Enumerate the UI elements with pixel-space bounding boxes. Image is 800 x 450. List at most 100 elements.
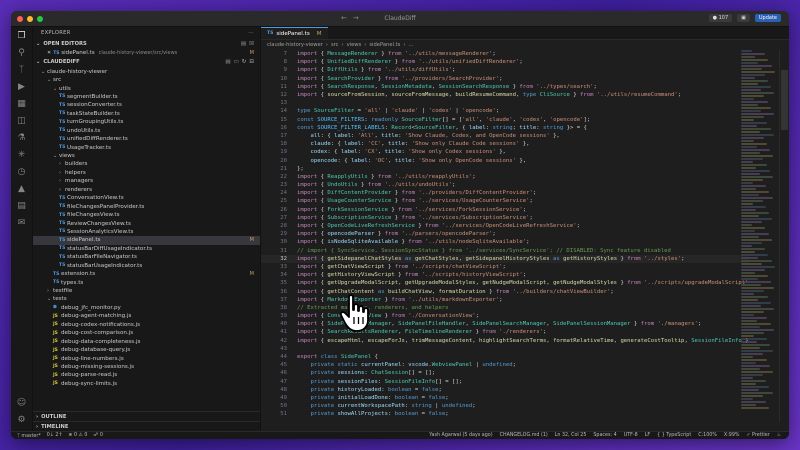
code-line[interactable]: 27 import { SubscriptionService } from '.…: [261, 214, 749, 222]
formatter-status[interactable]: ✓ Prettier: [746, 433, 769, 438]
code-line[interactable]: 30 import { isNodeSqliteAvailable } from …: [261, 238, 749, 246]
code-line[interactable]: 24 import { DiffContentProvider } from '.…: [261, 189, 749, 197]
save-all-icon[interactable]: ▤: [241, 41, 246, 47]
tree-item[interactable]: TS sessionConverter.ts: [33, 101, 260, 109]
minimap[interactable]: [741, 50, 777, 422]
tree-item[interactable]: ⌄ claude-history-viewer: [33, 67, 260, 75]
extensions-icon[interactable]: ▦: [16, 99, 28, 109]
layout-icon[interactable]: ▣: [737, 14, 750, 22]
tree-item[interactable]: TS statusBarUsageIndicator.ts: [33, 262, 260, 270]
code-line[interactable]: 31 // import { SyncService, SessionSyncSt…: [261, 247, 749, 255]
code-line[interactable]: 47 private sessionFiles: SessionFileInfo…: [261, 378, 749, 386]
tree-item[interactable]: JS debug-missing-sessions.js: [33, 363, 260, 371]
account-icon[interactable]: ☺: [16, 398, 28, 408]
tree-item[interactable]: › builders: [33, 160, 260, 168]
tab-sidepanel[interactable]: TS sidePanel.ts M: [261, 27, 328, 39]
code-line[interactable]: 51 private showAllProjects: boolean = fa…: [261, 410, 749, 418]
timeline-section[interactable]: › TIMELINE: [33, 421, 260, 431]
tree-item[interactable]: ⌄ views: [33, 152, 260, 160]
more-actions-icon[interactable]: ⋯: [248, 30, 254, 36]
ports-status[interactable]: ☍ 0: [93, 433, 102, 439]
code-line[interactable]: 25 import { UsageCounterService } from '.…: [261, 197, 749, 205]
tree-item[interactable]: ⌄ utils: [33, 84, 260, 92]
tree-item[interactable]: JS debug-cost-comparison.js: [33, 329, 260, 337]
sync-status[interactable]: 0↓ 2↑: [47, 433, 63, 439]
code-line[interactable]: 39 import { ConversationView } from './Co…: [261, 312, 749, 320]
tree-item[interactable]: TS UsageTracker.ts: [33, 143, 260, 151]
encoding-status[interactable]: UTF-8: [624, 433, 638, 438]
code-line[interactable]: 21};: [261, 165, 749, 173]
tree-item[interactable]: TS types.ts: [33, 278, 260, 286]
file-status[interactable]: CHANGELOG.md (1): [500, 433, 548, 438]
code-line[interactable]: 15 const SOURCE_FILTERS: readonly SourceF…: [261, 116, 749, 124]
breadcrumb-item[interactable]: claude-history-viewer: [267, 42, 323, 48]
code-line[interactable]: 12 import { sourceFromSession, sourceFrom…: [261, 91, 749, 99]
code-line[interactable]: 14 type SourceFilter = 'all' | 'claude' |…: [261, 107, 749, 115]
tree-item[interactable]: › testfile: [33, 287, 260, 295]
code-line[interactable]: 7 import { MessageRenderer } from '../uti…: [261, 50, 749, 58]
indentation-status[interactable]: Spaces: 4: [593, 433, 616, 438]
tree-item[interactable]: › helpers: [33, 169, 260, 177]
editor-scrollbar[interactable]: [779, 50, 789, 422]
code-line[interactable]: 36 import { getChatContent as buildChatVi…: [261, 287, 749, 295]
code-line[interactable]: 28 import { OpenCodeLiveRefreshService } …: [261, 222, 749, 230]
tree-item[interactable]: JS debug-codex-notifications.js: [33, 321, 260, 329]
code-line[interactable]: 22 import { ReapplyUtils } from '../utils…: [261, 173, 749, 181]
claude-icon[interactable]: ✳: [16, 150, 28, 160]
notifications-bell-icon[interactable]: ♨: [777, 433, 781, 438]
code-line[interactable]: 37 import { MarkdownExporter } from '../u…: [261, 296, 749, 304]
code-line[interactable]: 46 private sessions: ChatSession[] = [];: [261, 369, 749, 377]
code-line[interactable]: 8 import { UnifiedDiffRenderer } from '..…: [261, 58, 749, 66]
cursor-position[interactable]: Ln 32, Col 25: [555, 433, 587, 438]
code-line[interactable]: 43: [261, 345, 749, 353]
code-editor[interactable]: 7 import { MessageRenderer } from '../uti…: [261, 50, 749, 422]
code-line[interactable]: 38 // Extracted managers, renderers, and …: [261, 304, 749, 312]
code-line[interactable]: 10 import { SearchProvider } from '../pro…: [261, 75, 749, 83]
tree-item[interactable]: TS turnGroupingUtils.ts: [33, 118, 260, 126]
close-all-icon[interactable]: ☒: [249, 41, 254, 47]
branch-status[interactable]: ᛉ master*: [17, 433, 41, 439]
git-blame-status[interactable]: Yash Agarwal (5 days ago): [429, 433, 492, 438]
usage-status-2[interactable]: X:99%: [724, 433, 740, 438]
code-line[interactable]: 18 claude: { label: 'CC', title: 'Show o…: [261, 140, 749, 148]
tree-item[interactable]: JS debug-parse-read.js: [33, 371, 260, 379]
problems-status[interactable]: ⊗ 0 ⚠ 0: [68, 433, 87, 439]
close-icon[interactable]: ✕: [47, 50, 51, 56]
language-mode[interactable]: { } TypeScript: [657, 433, 691, 438]
code-line[interactable]: 50 private currentWorkspacePath: string …: [261, 402, 749, 410]
testing-icon[interactable]: ⚗: [16, 133, 28, 143]
project-section[interactable]: ⌄ CLAUDEDIFF ▤ ▭ ↻ ⊟: [33, 57, 260, 67]
history-icon[interactable]: ◷: [16, 167, 28, 177]
tree-item[interactable]: TS extension.ts M: [33, 270, 260, 278]
code-line[interactable]: 26 import { ForkSessionService } from '..…: [261, 206, 749, 214]
tree-item[interactable]: TS unifiedDiffRenderer.ts: [33, 135, 260, 143]
code-line[interactable]: 42 import { escapeHtml, escapeForJs, trim…: [261, 337, 749, 345]
tree-item[interactable]: JS debug-database-query.js: [33, 346, 260, 354]
code-line[interactable]: 17 all: { label: 'All', title: 'Show Cla…: [261, 132, 749, 140]
code-line[interactable]: 40import { SidePanelDirManager, SidePane…: [261, 320, 749, 328]
outline-section[interactable]: › OUTLINE: [33, 411, 260, 421]
code-line[interactable]: 16 const SOURCE_FILTER_LABELS: Record<Sou…: [261, 124, 749, 132]
tree-item[interactable]: JS debug-line-numbers.js: [33, 354, 260, 362]
tree-item[interactable]: JS debug-sync-limits.js: [33, 380, 260, 388]
refresh-icon[interactable]: ↻: [242, 59, 247, 65]
tree-item[interactable]: TS undoUtils.ts: [33, 127, 260, 135]
code-line[interactable]: 13: [261, 99, 749, 107]
open-editors-section[interactable]: ⌄ OPEN EDITORS ▤ ☒: [33, 39, 260, 49]
usage-status[interactable]: C:100%: [698, 433, 717, 438]
code-line[interactable]: 41 import { SearchResultsRenderer, FileTi…: [261, 328, 749, 336]
collapse-all-icon[interactable]: ⊟: [249, 59, 254, 65]
code-line[interactable]: 29 import { opencodeParser } from '../par…: [261, 230, 749, 238]
code-line[interactable]: 11 import { SearchResponse, SessionMetada…: [261, 83, 749, 91]
open-editor-item[interactable]: ✕ TS sidePanel.ts claude-history-viewer/…: [33, 49, 260, 57]
tree-item[interactable]: TS fileChangesView.ts: [33, 211, 260, 219]
tree-item[interactable]: TS ConversationView.ts: [33, 194, 260, 202]
tree-item[interactable]: JS debug-agent-matching.js: [33, 312, 260, 320]
tree-item[interactable]: ⬢ debug_jfc_monitor.py: [33, 304, 260, 312]
run-debug-icon[interactable]: ▶: [16, 82, 28, 92]
breadcrumb-item[interactable]: views: [347, 42, 362, 48]
code-line[interactable]: 44 export class SidePanel {: [261, 353, 749, 361]
tree-item[interactable]: TS SessionAnalyticsView.ts: [33, 228, 260, 236]
code-line[interactable]: 9 import { DiffUtils } from '../utils/dif…: [261, 66, 749, 74]
settings-gear-icon[interactable]: ⚙: [16, 415, 28, 425]
